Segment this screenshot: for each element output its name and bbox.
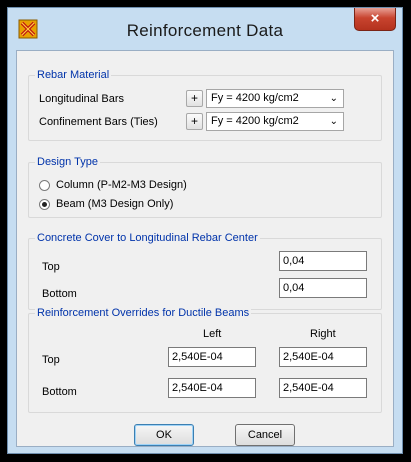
overrides-right-header: Right xyxy=(310,328,336,340)
confinement-bars-label: Confinement Bars (Ties) xyxy=(39,116,158,128)
overrides-bottom-left-input[interactable]: 2,540E-04 xyxy=(168,378,256,398)
column-design-label[interactable]: Column (P-M2-M3 Design) xyxy=(56,179,187,191)
confinement-bars-add-button[interactable]: + xyxy=(186,113,203,130)
cover-top-input[interactable]: 0,04 xyxy=(279,251,367,271)
rebar-material-legend: Rebar Material xyxy=(35,69,112,81)
cover-top-label: Top xyxy=(42,261,60,273)
confinement-bars-select[interactable]: Fy = 4200 kg/cm2 ⌄ xyxy=(206,112,344,131)
close-button[interactable]: × xyxy=(354,8,396,31)
chevron-down-icon: ⌄ xyxy=(329,116,338,127)
title-bar[interactable]: Reinforcement Data × xyxy=(8,8,402,50)
overrides-legend: Reinforcement Overrides for Ductile Beam… xyxy=(35,307,252,319)
beam-design-label[interactable]: Beam (M3 Design Only) xyxy=(56,198,173,210)
overrides-bottom-right-input[interactable]: 2,540E-04 xyxy=(279,378,367,398)
close-icon: × xyxy=(370,10,380,27)
overrides-group: Reinforcement Overrides for Ductile Beam… xyxy=(28,307,382,413)
window-title: Reinforcement Data xyxy=(126,21,284,40)
overrides-top-left-input[interactable]: 2,540E-04 xyxy=(168,347,256,367)
longitudinal-bars-value: Fy = 4200 kg/cm2 xyxy=(211,92,299,104)
dialog-content: Rebar Material Longitudinal Bars + Fy = … xyxy=(16,50,394,447)
dialog-window: Reinforcement Data × Rebar Material Long… xyxy=(7,7,403,454)
overrides-left-header: Left xyxy=(203,328,222,340)
longitudinal-bars-label: Longitudinal Bars xyxy=(39,93,125,105)
longitudinal-bars-select[interactable]: Fy = 4200 kg/cm2 ⌄ xyxy=(206,89,344,108)
overrides-top-label: Top xyxy=(42,354,60,366)
cover-bottom-label: Bottom xyxy=(42,288,77,300)
design-type-group: Design Type Column (P-M2-M3 Design) Beam… xyxy=(28,156,382,218)
concrete-cover-legend: Concrete Cover to Longitudinal Rebar Cen… xyxy=(35,232,260,244)
column-design-radio[interactable] xyxy=(39,180,50,191)
plus-icon: + xyxy=(190,91,198,105)
ok-button[interactable]: OK xyxy=(134,424,194,446)
design-type-legend: Design Type xyxy=(35,156,100,168)
overrides-bottom-label: Bottom xyxy=(42,386,77,398)
longitudinal-bars-add-button[interactable]: + xyxy=(186,90,203,107)
cover-bottom-input[interactable]: 0,04 xyxy=(279,278,367,298)
cancel-button[interactable]: Cancel xyxy=(235,424,295,446)
chevron-down-icon: ⌄ xyxy=(329,93,338,104)
confinement-bars-value: Fy = 4200 kg/cm2 xyxy=(211,115,299,127)
rebar-material-group: Rebar Material Longitudinal Bars + Fy = … xyxy=(28,69,382,141)
concrete-cover-group: Concrete Cover to Longitudinal Rebar Cen… xyxy=(28,232,382,310)
overrides-top-right-input[interactable]: 2,540E-04 xyxy=(279,347,367,367)
plus-icon: + xyxy=(190,114,198,128)
beam-design-radio[interactable] xyxy=(39,199,50,210)
